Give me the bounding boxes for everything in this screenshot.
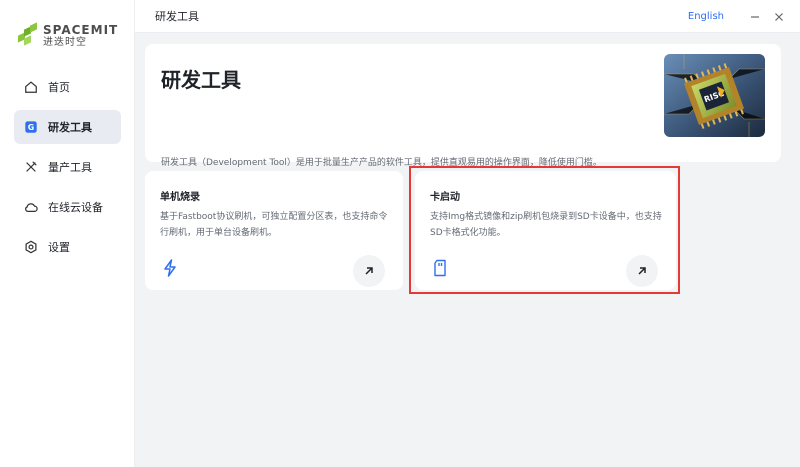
brand-name-cn: 进迭时空 [43,37,87,48]
home-icon [24,80,38,94]
card-sd-boot[interactable]: 卡启动 支持Img格式镜像和zip刷机包烧录到SD卡设备中，也支持SD卡格式化功… [415,171,676,290]
sidebar-item-cloud-devices[interactable]: 在线云设备 [14,190,121,224]
open-arrow-button[interactable] [626,255,658,287]
sidebar-item-label: 设置 [48,241,70,254]
brand-name-en: SPACEMIT [43,23,119,37]
hero-card: 研发工具 研发工具（Development Tool）是用于批量生产产品的软件工… [145,44,781,168]
sidebar-item-settings[interactable]: 设置 [14,230,121,264]
logo-mark-icon [18,22,38,48]
sidebar: SPACEMIT 进迭时空 首页 G 研发工具 量产工具 在线云设备 设置 [0,0,135,467]
top-bar: 研发工具 English [135,0,800,33]
close-icon[interactable] [770,8,788,26]
hero-description: 研发工具（Development Tool）是用于批量生产产品的软件工具，提供直… [161,158,602,168]
page-breadcrumb: 研发工具 [155,10,199,23]
sidebar-nav: 首页 G 研发工具 量产工具 在线云设备 设置 [14,70,121,270]
sidebar-item-home[interactable]: 首页 [14,70,121,104]
tools-icon [24,160,38,174]
brand-logo: SPACEMIT 进迭时空 [18,22,119,48]
risc-v-chip-image: RISC [664,54,765,137]
sidebar-item-label: 研发工具 [48,121,92,134]
sidebar-item-label: 量产工具 [48,161,92,174]
lightning-icon [162,259,178,277]
card-single-flash[interactable]: 单机烧录 基于Fastboot协议刷机，可独立配置分区表，也支持命令行刷机，用于… [145,171,403,290]
cloud-icon [24,200,38,214]
language-switch-link[interactable]: English [688,11,724,22]
sidebar-item-label: 首页 [48,81,70,94]
sidebar-item-production-tools[interactable]: 量产工具 [14,150,121,184]
card-description: 基于Fastboot协议刷机，可独立配置分区表，也支持命令行刷机，用于单台设备刷… [160,212,388,238]
sidebar-item-dev-tools[interactable]: G 研发工具 [14,110,121,144]
card-title: 卡启动 [430,192,460,203]
minimize-icon[interactable] [746,8,764,26]
open-arrow-button[interactable] [353,255,385,287]
svg-text:G: G [28,123,34,132]
card-description: 支持Img格式镜像和zip刷机包烧录到SD卡设备中，也支持SD卡格式化功能。 [430,212,662,238]
settings-icon [24,240,38,254]
dev-tool-icon: G [24,120,38,134]
page-title: 研发工具 [161,68,241,92]
sidebar-item-label: 在线云设备 [48,201,103,214]
card-title: 单机烧录 [160,192,200,203]
sd-card-icon [432,259,448,277]
